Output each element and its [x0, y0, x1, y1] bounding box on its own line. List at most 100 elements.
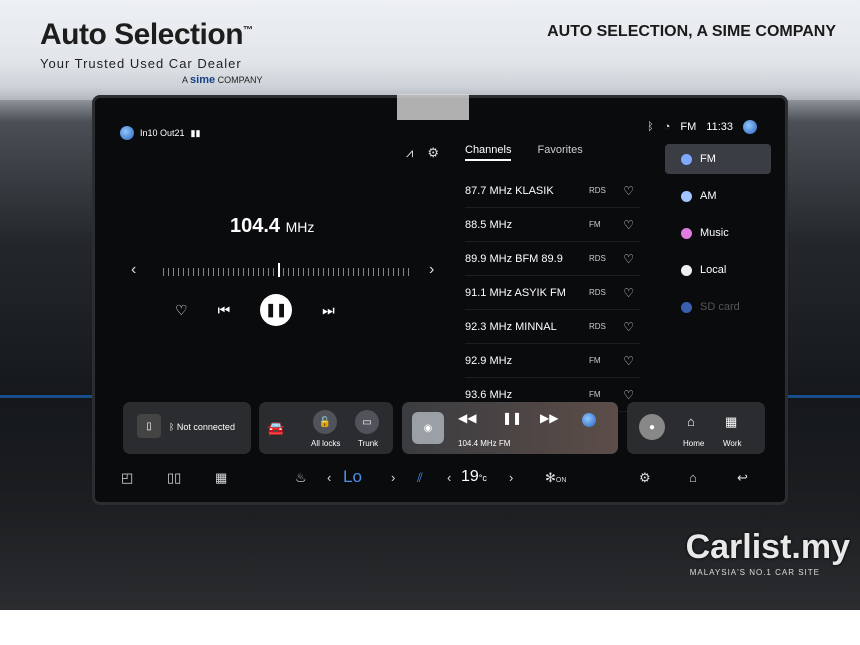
source-music[interactable]: Music [665, 218, 771, 248]
radio-tools: ⩘ ⚙ [406, 145, 439, 161]
heart-icon[interactable]: ♡ [623, 184, 634, 198]
temp-down-icon[interactable]: ‹ [447, 470, 451, 485]
tab-channels[interactable]: Channels [465, 144, 512, 161]
source-globe-icon[interactable] [582, 413, 596, 427]
ac-fan-icon[interactable]: ✻ON [545, 470, 566, 486]
bluetooth-icon: ᛒ [647, 121, 654, 133]
phone-card[interactable]: ▯ ᛒ Not connected [123, 402, 251, 454]
channel-frequency: 92.9 MHz [465, 354, 513, 367]
signal-icon: ▮▮ [190, 127, 201, 138]
work-label: Work [723, 439, 742, 448]
trunk-icon[interactable]: ▭ [355, 410, 379, 434]
heart-icon[interactable]: ♡ [623, 286, 634, 300]
trunk-label: Trunk [358, 439, 379, 448]
work-icon[interactable]: ▦ [725, 414, 737, 430]
sd-card-icon [681, 301, 692, 313]
front-defrost-icon[interactable]: ♨ [295, 470, 307, 486]
temp-up-icon[interactable]: › [509, 470, 513, 485]
tune-up-icon[interactable]: › [429, 261, 434, 279]
settings-icon[interactable]: ⚙ [427, 145, 439, 161]
status-right: ᛒ ◔ FM 11:33 [647, 120, 757, 134]
source-local[interactable]: Local [665, 255, 771, 285]
background-photo: Auto Selection™ Your Trusted Used Car De… [0, 0, 860, 610]
source-list: FM AM Music Local SD card [665, 144, 771, 329]
vehicle-card[interactable]: 🚘 🔓 All locks ▭ Trunk [259, 402, 393, 454]
lock-icon[interactable]: 🔓 [313, 410, 337, 434]
globe-icon[interactable] [120, 126, 134, 140]
temperature: 19°c [461, 468, 487, 485]
heart-icon[interactable]: ♡ [623, 252, 634, 266]
rewind-icon[interactable]: ◀◀ [458, 411, 476, 425]
channel-frequency: 87.7 MHz KLASIK [465, 184, 554, 197]
channel-row[interactable]: 89.9 MHz BFM 89.9 RDS ♡ [465, 242, 640, 276]
barcode-sticker [397, 94, 469, 120]
next-icon[interactable]: ⏭ [322, 302, 335, 319]
pause-button[interactable]: ❚❚ [260, 294, 293, 326]
home-label: Home [683, 439, 705, 448]
split-view-icon[interactable]: ▯▯ [167, 470, 181, 486]
carlist-tagline: MALAYSIA'S NO.1 CAR SITE [689, 568, 820, 577]
fan-up-icon[interactable]: › [391, 470, 395, 485]
current-frequency: 104.4 MHz [230, 215, 315, 237]
media-card[interactable]: ◉ ◀◀ ❚❚ ▶▶ 104.4 MHz FM [402, 402, 618, 454]
media-info: 104.4 MHz FM [458, 439, 511, 448]
previous-icon[interactable]: ⏮ [218, 302, 231, 319]
heart-icon[interactable]: ♡ [623, 354, 634, 368]
climate-bar: ◰ ▯▯ ▦ ♨ ‹ Lo › ⫽ ‹ 19°c › ✻ON ⚙ ⌂ ↩ [95, 460, 785, 502]
channel-tag: RDS [589, 186, 606, 195]
wifi-icon: ◔ [663, 121, 671, 133]
source-am[interactable]: AM [665, 181, 771, 211]
media-pause-icon[interactable]: ❚❚ [502, 411, 522, 425]
source-fm[interactable]: FM [665, 144, 771, 174]
channel-tag: RDS [589, 322, 606, 331]
sime-logo: A sime COMPANY [182, 74, 263, 86]
heart-icon[interactable]: ♡ [623, 320, 634, 334]
back-icon[interactable]: ↩ [737, 470, 748, 486]
brand-tagline: Your Trusted Used Car Dealer [40, 56, 242, 71]
home-icon[interactable]: ⌂ [687, 414, 695, 429]
widget-dock: ▯ ᛒ Not connected 🚘 🔓 All locks ▭ Trunk … [95, 398, 785, 462]
channel-tag: FM [589, 356, 601, 365]
brand-logo: Auto Selection™ [40, 18, 253, 51]
channel-row[interactable]: 92.3 MHz MINNAL RDS ♡ [465, 310, 640, 344]
channel-tag: RDS [589, 254, 606, 263]
local-icon [681, 264, 692, 276]
tuner-scale[interactable] [163, 268, 413, 276]
radio-art-icon: ◉ [412, 412, 444, 444]
channel-row[interactable]: 88.5 MHz FM ♡ [465, 208, 640, 242]
source-sd-card[interactable]: SD card [665, 292, 771, 322]
channel-tag: FM [589, 220, 601, 229]
channel-tag: RDS [589, 288, 606, 297]
vehicle-settings-icon[interactable]: ⚙ [639, 470, 651, 486]
channel-row[interactable]: 92.9 MHz FM ♡ [465, 344, 640, 378]
playback-controls: ♡ ⏮ ❚❚ ⏭ [175, 294, 335, 326]
channel-row[interactable]: 87.7 MHz KLASIK RDS ♡ [465, 174, 640, 208]
favorite-icon[interactable]: ♡ [175, 302, 188, 319]
channel-frequency: 91.1 MHz ASYIK FM [465, 286, 566, 299]
heart-icon[interactable]: ♡ [623, 218, 634, 232]
fan-level: Lo [343, 467, 362, 486]
camera-icon[interactable]: ◰ [121, 470, 133, 486]
forward-icon[interactable]: ▶▶ [540, 411, 558, 425]
status-time: 11:33 [706, 121, 733, 133]
tab-favorites[interactable]: Favorites [537, 144, 582, 161]
home-screen-icon[interactable]: ⌂ [689, 470, 697, 485]
status-band: FM [680, 121, 697, 133]
fm-icon [681, 153, 692, 165]
infotainment-screen: In10 Out21 ▮▮ ᛒ ◔ FM 11:33 104.4 MHz ‹ ›… [92, 95, 788, 505]
antenna-icon[interactable]: ⩘ [406, 145, 413, 161]
music-icon [681, 227, 692, 239]
channel-row[interactable]: 91.1 MHz ASYIK FM RDS ♡ [465, 276, 640, 310]
phone-icon: ▯ [137, 414, 161, 438]
apps-grid-icon[interactable]: ▦ [215, 470, 227, 486]
assistant-icon[interactable] [743, 120, 757, 134]
fan-down-icon[interactable]: ‹ [327, 470, 331, 485]
tune-down-icon[interactable]: ‹ [131, 261, 136, 279]
tuner-needle [278, 263, 280, 277]
dealer-banner: Auto Selection™ Your Trusted Used Car De… [0, 0, 860, 100]
seat-airflow-icon[interactable]: ⫽ [417, 470, 423, 486]
navigation-card[interactable]: ● ⌂ Home ▦ Work [627, 402, 765, 454]
all-locks-label: All locks [311, 439, 341, 448]
channel-frequency: 92.3 MHz MINNAL [465, 320, 557, 333]
channel-frequency: 88.5 MHz [465, 218, 513, 231]
